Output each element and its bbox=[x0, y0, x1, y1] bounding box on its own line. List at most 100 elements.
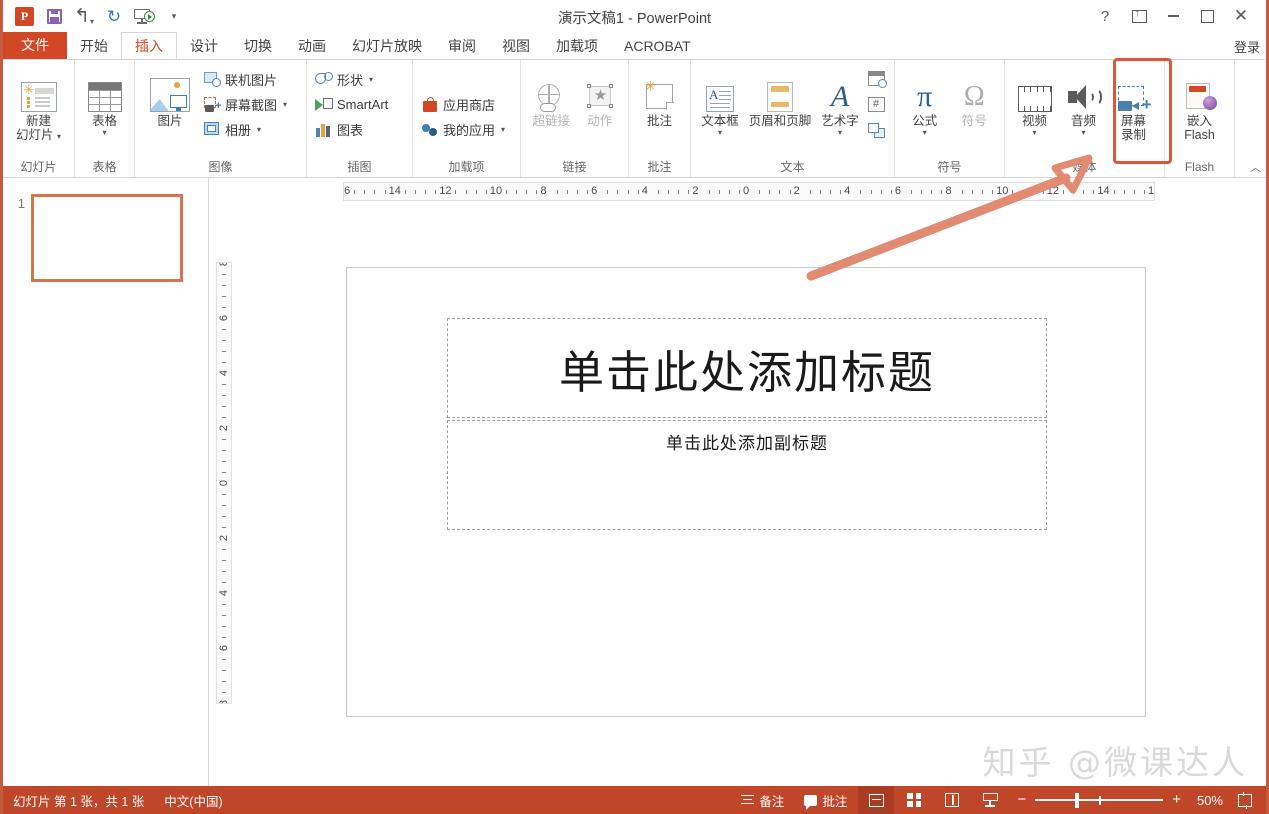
slide-number-button[interactable]: # bbox=[864, 93, 888, 115]
reading-view-button[interactable] bbox=[934, 786, 970, 814]
title-placeholder-text: 单击此处添加标题 bbox=[558, 345, 935, 399]
notes-button[interactable]: 备注 bbox=[732, 786, 793, 814]
h-ruler-tick bbox=[890, 190, 892, 194]
v-ruler-tick bbox=[222, 395, 226, 396]
embed-flash-button[interactable]: 嵌入 Flash bbox=[1174, 65, 1226, 142]
symbol-button[interactable]: Ω 符号 bbox=[950, 65, 1000, 129]
v-ruler-tick bbox=[222, 571, 226, 572]
h-ruler-tick-label: 6 bbox=[591, 185, 598, 197]
h-ruler-tick bbox=[728, 190, 730, 194]
video-caret-icon[interactable]: ▾ bbox=[1033, 129, 1037, 137]
tab-design[interactable]: 设计 bbox=[177, 32, 231, 59]
normal-view-button[interactable] bbox=[858, 786, 895, 814]
table-button[interactable]: 表格 ▾ bbox=[80, 65, 129, 137]
date-time-button[interactable] bbox=[864, 67, 888, 89]
header-footer-button[interactable]: 页眉和页脚 bbox=[744, 65, 816, 128]
vertical-ruler[interactable]: 8 6 4 2 0 2 4 6 8 bbox=[216, 262, 232, 704]
audio-button[interactable]: 音频 ▾ bbox=[1059, 65, 1108, 137]
object-button[interactable] bbox=[864, 119, 888, 141]
start-slideshow-icon bbox=[134, 8, 155, 24]
tab-acrobat[interactable]: ACROBAT bbox=[611, 32, 704, 59]
close-button[interactable]: ✕ bbox=[1224, 1, 1258, 31]
thumbnail-list-item[interactable]: 1 bbox=[11, 194, 183, 282]
tab-insert[interactable]: 插入 bbox=[121, 32, 177, 59]
tab-addins[interactable]: 加载项 bbox=[543, 32, 611, 59]
slide-canvas[interactable]: 单击此处添加标题 单击此处添加副标题 bbox=[346, 267, 1146, 717]
text-box-button[interactable]: A 文本框 ▾ bbox=[696, 65, 744, 137]
ribbon-display-options-button[interactable] bbox=[1122, 1, 1156, 31]
h-ruler-tick-label: 6 bbox=[894, 185, 901, 197]
zoom-slider-handle[interactable] bbox=[1075, 792, 1080, 808]
slide-sorter-view-button[interactable] bbox=[896, 786, 932, 814]
title-placeholder[interactable]: 单击此处添加标题 bbox=[447, 318, 1047, 418]
audio-label: 音频 bbox=[1071, 114, 1097, 128]
undo-dropdown-caret-icon[interactable]: ▾ bbox=[90, 17, 94, 26]
picture-icon bbox=[150, 68, 190, 112]
shapes-caret-icon[interactable]: ▾ bbox=[369, 75, 373, 84]
screenshot-button[interactable]: + 屏幕截图 ▾ bbox=[200, 92, 290, 117]
wordart-button[interactable]: A 艺术字 ▾ bbox=[816, 65, 864, 137]
online-pictures-button[interactable]: 联机图片 bbox=[200, 67, 290, 92]
text-box-caret-icon[interactable]: ▾ bbox=[718, 129, 722, 137]
undo-button[interactable]: ↰ ▾ bbox=[70, 3, 98, 29]
maximize-button[interactable] bbox=[1190, 1, 1224, 31]
v-ruler-tick bbox=[222, 637, 226, 638]
tab-view[interactable]: 视图 bbox=[489, 32, 543, 59]
start-slideshow-button[interactable] bbox=[130, 3, 158, 29]
video-button[interactable]: 视频 ▾ bbox=[1010, 65, 1059, 137]
new-slide-button[interactable]: ✳ 新建 幻灯片 ▾ bbox=[11, 65, 67, 144]
h-ruler-tick bbox=[1123, 190, 1125, 194]
collapse-ribbon-button[interactable]: ︿ bbox=[1250, 159, 1261, 175]
slide-thumbnail-1[interactable] bbox=[31, 194, 183, 282]
picture-button[interactable]: 图片 bbox=[140, 65, 200, 128]
save-button[interactable] bbox=[40, 3, 68, 29]
hyperlink-button[interactable]: 超链接 bbox=[526, 65, 576, 128]
smartart-button[interactable]: SmartArt bbox=[312, 92, 391, 117]
zoom-slider[interactable] bbox=[1035, 786, 1164, 814]
comment-button[interactable]: ✳ 批注 bbox=[634, 65, 685, 128]
table-caret-icon[interactable]: ▾ bbox=[102, 129, 106, 137]
customize-quick-access-toolbar-button[interactable]: ▾ bbox=[160, 3, 188, 29]
tab-slideshow[interactable]: 幻灯片放映 bbox=[339, 32, 435, 59]
equation-caret-icon[interactable]: ▾ bbox=[923, 129, 927, 137]
redo-button[interactable]: ↻ bbox=[100, 3, 128, 29]
app-store-button[interactable]: 应用商店 bbox=[418, 92, 508, 117]
subtitle-placeholder[interactable]: 单击此处添加副标题 bbox=[447, 420, 1047, 530]
my-apps-button[interactable]: 我的应用 ▾ bbox=[418, 117, 508, 142]
equation-button[interactable]: π 公式 ▾ bbox=[900, 65, 950, 137]
v-ruler-tick-label: 4 bbox=[218, 589, 230, 597]
audio-caret-icon[interactable]: ▾ bbox=[1082, 129, 1086, 137]
comment-label: 批注 bbox=[646, 114, 672, 128]
help-button[interactable]: ? bbox=[1088, 1, 1122, 31]
group-label-comments: 批注 bbox=[647, 160, 672, 174]
tab-transitions[interactable]: 切换 bbox=[231, 32, 285, 59]
audio-icon bbox=[1067, 68, 1102, 112]
wordart-caret-icon[interactable]: ▾ bbox=[838, 129, 842, 137]
minimize-button[interactable] bbox=[1156, 1, 1190, 31]
screenshot-caret-icon[interactable]: ▾ bbox=[283, 100, 287, 109]
shapes-button[interactable]: 形状 ▾ bbox=[312, 67, 391, 92]
v-ruler-tick-label: 6 bbox=[218, 644, 230, 652]
tab-file[interactable]: 文件 bbox=[3, 32, 67, 59]
horizontal-ruler[interactable]: 16 14 12 10 8 6 4 2 0 2 4 6 8 10 12 14 16 bbox=[343, 182, 1155, 201]
sign-in-link[interactable]: 登录 bbox=[1234, 37, 1260, 56]
fit-to-window-button[interactable] bbox=[1232, 786, 1258, 814]
screen-recording-button[interactable]: + 屏幕 录制 bbox=[1108, 65, 1159, 142]
tab-animations[interactable]: 动画 bbox=[285, 32, 339, 59]
new-slide-caret-icon: ▾ bbox=[56, 132, 61, 141]
tab-home[interactable]: 开始 bbox=[67, 32, 121, 59]
chart-button[interactable]: 图表 bbox=[312, 117, 391, 142]
action-button[interactable]: ★ 动作 bbox=[576, 65, 623, 128]
comments-button[interactable]: 批注 bbox=[795, 786, 856, 814]
h-ruler-tick bbox=[668, 190, 669, 194]
zoom-level-label[interactable]: 50% bbox=[1190, 793, 1230, 808]
photo-album-button[interactable]: 相册 ▾ bbox=[200, 117, 290, 142]
language-label[interactable]: 中文(中国) bbox=[164, 791, 222, 810]
photo-album-caret-icon[interactable]: ▾ bbox=[257, 125, 261, 134]
my-apps-caret-icon[interactable]: ▾ bbox=[501, 125, 505, 134]
h-ruler-tick-label: 10 bbox=[489, 185, 503, 197]
slide-show-button[interactable] bbox=[972, 786, 1008, 814]
zoom-out-button[interactable]: − bbox=[1010, 792, 1033, 807]
tab-review[interactable]: 审阅 bbox=[435, 32, 489, 59]
zoom-in-button[interactable]: + bbox=[1165, 792, 1188, 807]
